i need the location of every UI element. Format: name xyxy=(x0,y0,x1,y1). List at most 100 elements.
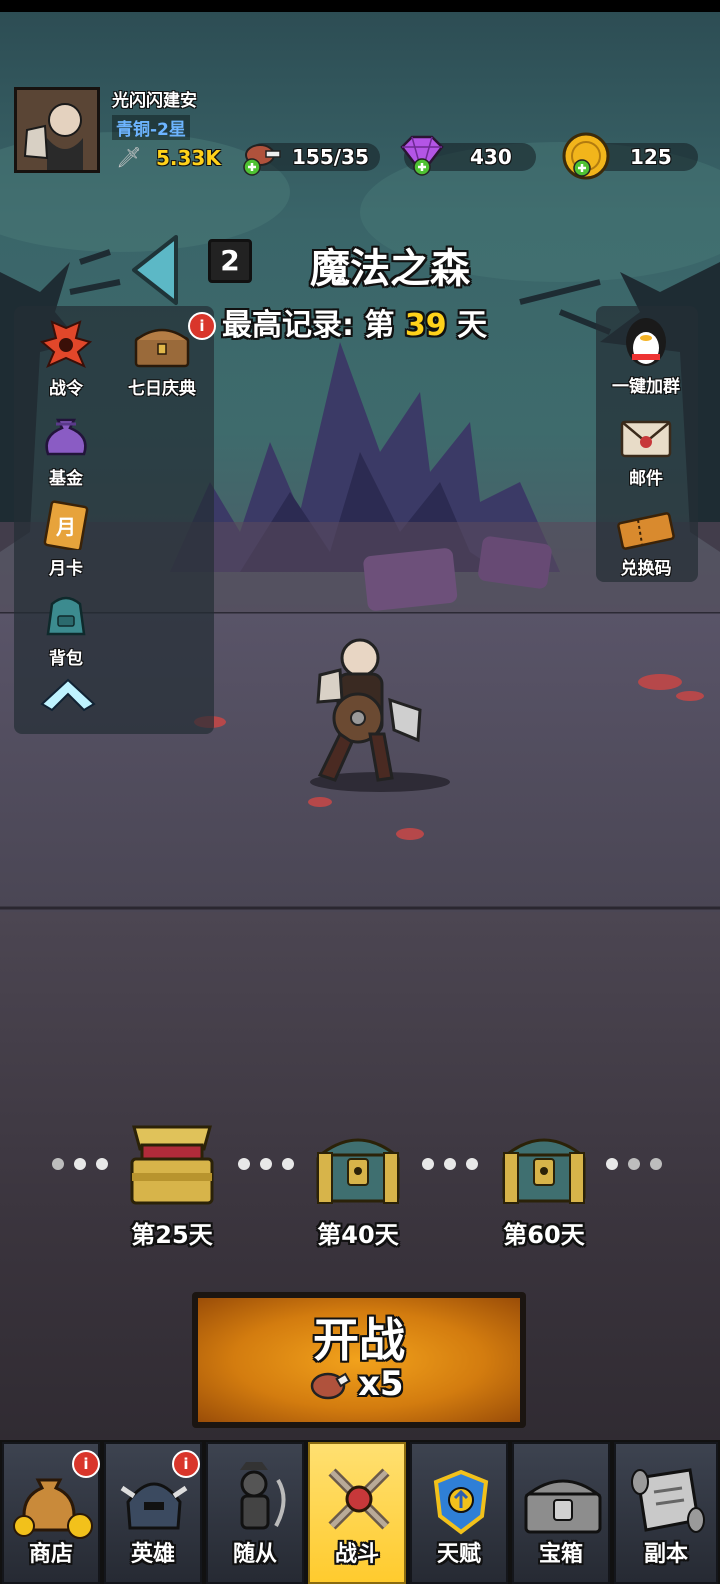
gold-coin-plus-icon xyxy=(562,132,610,180)
sword-icon: 🗡 xyxy=(116,145,142,169)
crossed-swords-icon xyxy=(328,1468,390,1530)
stamina-value: 155/35 xyxy=(292,145,369,169)
menu-label: 邮件 xyxy=(629,469,663,489)
left-side-menu: 战令 七日庆典 i 基金 月 月卡 背包 xyxy=(14,306,216,734)
menu-label: 七日庆典 xyxy=(128,379,196,399)
start-battle-button[interactable]: 开战 x5 xyxy=(192,1292,526,1428)
record-prefix: 最高记录: 第 xyxy=(222,308,395,343)
locked-chest-icon xyxy=(502,1138,586,1204)
menu-battle-pass[interactable]: 战令 xyxy=(16,320,116,399)
progress-dot xyxy=(52,1158,64,1170)
tab-label: 天赋 xyxy=(436,1542,481,1567)
mail-icon xyxy=(620,420,672,458)
tab-battle[interactable]: 战斗 xyxy=(308,1442,406,1584)
player-name: 光闪闪建安 xyxy=(112,91,197,111)
money-bag-icon xyxy=(45,418,87,456)
progress-dot xyxy=(260,1158,272,1170)
power-display: 🗡 5.33K xyxy=(112,143,232,173)
menu-seven-day[interactable]: 七日庆典 i xyxy=(112,312,216,399)
menu-label: 月卡 xyxy=(49,559,83,579)
talent-shield-icon xyxy=(433,1469,489,1535)
menu-join-group[interactable]: 一键加群 xyxy=(596,314,696,397)
meat-icon xyxy=(310,1372,351,1400)
backpack-icon xyxy=(46,596,86,636)
gems-display[interactable]: 430 xyxy=(400,135,536,176)
collapse-menu-button[interactable] xyxy=(38,672,98,712)
notification-badge: i xyxy=(72,1450,100,1478)
menu-label: 背包 xyxy=(49,649,83,669)
record-suffix: 天 xyxy=(457,308,488,343)
reward-day-label: 第25天 xyxy=(131,1221,213,1249)
menu-mail[interactable]: 邮件 xyxy=(596,416,696,489)
minion-icon xyxy=(240,1462,286,1530)
meat-plus-icon xyxy=(243,144,281,176)
right-side-menu: 一键加群 邮件 兑换码 xyxy=(596,306,698,582)
progress-dot xyxy=(74,1158,86,1170)
status-bar xyxy=(0,0,720,12)
avatar-portrait-icon xyxy=(17,90,97,170)
menu-label: 一键加群 xyxy=(612,377,680,397)
tab-label: 商店 xyxy=(28,1542,73,1567)
progress-dot xyxy=(650,1158,662,1170)
battle-pass-icon xyxy=(39,320,93,368)
reward-chest-40[interactable] xyxy=(310,1123,406,1215)
penguin-icon xyxy=(626,318,666,366)
tab-dungeon[interactable]: 副本 xyxy=(614,1442,718,1584)
svg-text:月: 月 xyxy=(55,515,76,539)
notification-badge: i xyxy=(172,1450,200,1478)
gems-value: 430 xyxy=(470,145,512,169)
menu-redeem-code[interactable]: 兑换码 xyxy=(596,510,696,579)
progress-dot xyxy=(628,1158,640,1170)
stamina-display[interactable]: 155/35 xyxy=(243,143,380,176)
stage-number: 2 xyxy=(208,239,252,283)
tab-talent[interactable]: 天赋 xyxy=(410,1442,508,1584)
reward-chest-60[interactable] xyxy=(496,1123,592,1215)
ticket-icon xyxy=(617,512,675,550)
menu-backpack[interactable]: 背包 xyxy=(16,590,116,669)
progress-dot xyxy=(96,1158,108,1170)
month-card-icon: 月 xyxy=(43,500,89,552)
reward-chest-25[interactable] xyxy=(124,1115,220,1215)
chest-icon xyxy=(524,1479,602,1534)
reward-day-label: 第60天 xyxy=(503,1221,585,1249)
tab-hero[interactable]: 英雄 i xyxy=(104,1442,202,1584)
progress-dot xyxy=(606,1158,618,1170)
chevron-up-icon xyxy=(40,678,96,712)
viking-warrior-icon xyxy=(316,638,422,782)
progress-dot xyxy=(466,1158,478,1170)
gold-display[interactable]: 125 xyxy=(562,132,698,180)
coin-sack-icon xyxy=(13,1478,93,1539)
progress-dot xyxy=(422,1158,434,1170)
prev-stage-button[interactable] xyxy=(128,233,184,307)
scroll-map-icon xyxy=(631,1468,705,1533)
tab-label: 战斗 xyxy=(334,1542,379,1567)
progress-dot xyxy=(282,1158,294,1170)
menu-month-card[interactable]: 月 月卡 xyxy=(16,500,116,579)
best-record: 最高记录: 第 39 天 xyxy=(222,300,487,344)
stage-title: 魔法之森 xyxy=(310,246,470,292)
gold-value: 125 xyxy=(630,145,672,169)
menu-label: 战令 xyxy=(49,379,83,399)
tab-label: 宝箱 xyxy=(538,1542,583,1567)
menu-fund[interactable]: 基金 xyxy=(16,410,116,489)
tab-chest[interactable]: 宝箱 xyxy=(512,1442,610,1584)
record-day: 39 xyxy=(404,308,447,343)
arrow-left-icon xyxy=(132,235,178,305)
player-rank: 青铜-2星 xyxy=(112,115,190,140)
tab-label: 副本 xyxy=(643,1542,688,1567)
player-avatar[interactable] xyxy=(14,87,100,173)
locked-chest-icon xyxy=(316,1138,400,1204)
tab-shop[interactable]: 商店 i xyxy=(2,1442,100,1584)
hero-character xyxy=(290,630,440,790)
start-battle-label: 开战 xyxy=(313,1313,405,1367)
reward-day-label: 第40天 xyxy=(317,1221,399,1249)
purple-gem-plus-icon xyxy=(400,135,444,176)
tab-label: 随从 xyxy=(232,1542,277,1567)
treasure-chest-icon xyxy=(134,328,190,368)
progress-dot xyxy=(238,1158,250,1170)
menu-label: 兑换码 xyxy=(620,559,672,579)
tab-minion[interactable]: 随从 xyxy=(206,1442,304,1584)
menu-label: 基金 xyxy=(49,469,83,489)
start-battle-cost: x5 xyxy=(358,1364,404,1404)
open-chest-icon xyxy=(130,1125,214,1205)
